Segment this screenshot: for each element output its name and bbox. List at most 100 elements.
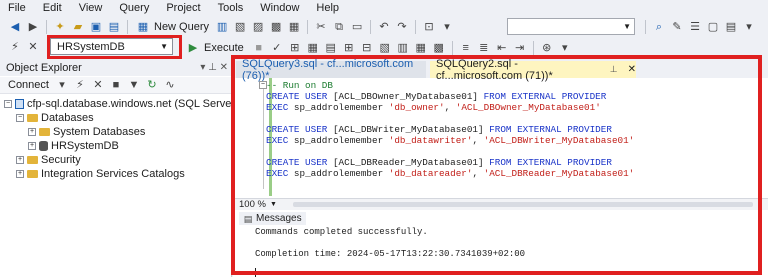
expand-icon[interactable]: + bbox=[28, 127, 36, 136]
tab-sqlquery3[interactable]: SQLQuery3.sql - cf...microsoft.com (76))… bbox=[236, 58, 426, 82]
undo-icon[interactable]: ↶ bbox=[377, 20, 391, 34]
save-icon[interactable]: ▣ bbox=[89, 20, 103, 34]
find-icon[interactable]: ⌕ bbox=[652, 20, 666, 34]
execute-button[interactable]: Execute bbox=[202, 42, 244, 54]
analysis-query-icon[interactable]: ▧ bbox=[233, 20, 247, 34]
navigate-icon[interactable]: ⊡ bbox=[422, 20, 436, 34]
new-project-icon[interactable]: ✦ bbox=[53, 20, 67, 34]
client-stats-icon[interactable]: ▧ bbox=[378, 41, 392, 55]
menu-view[interactable]: View bbox=[79, 2, 103, 14]
results-to-file-icon[interactable]: ▩ bbox=[432, 41, 446, 55]
toolbar-divider bbox=[46, 19, 47, 34]
menu-project[interactable]: Project bbox=[166, 2, 200, 14]
messages-icon: ▤ bbox=[243, 213, 253, 224]
forward-icon[interactable]: ▶ bbox=[26, 20, 40, 34]
redo-icon[interactable]: ↷ bbox=[395, 20, 409, 34]
connect-plug-icon[interactable]: ⚡ bbox=[73, 78, 87, 92]
collapse-icon[interactable]: − bbox=[4, 99, 12, 108]
comment-icon[interactable]: ≡ bbox=[459, 41, 473, 55]
results-to-grid-icon[interactable]: ▦ bbox=[414, 41, 428, 55]
server-icon bbox=[15, 98, 24, 109]
play-icon[interactable]: ▶ bbox=[186, 41, 200, 55]
tree-node-databases[interactable]: − Databases bbox=[16, 111, 94, 124]
overflow-icon[interactable]: ▾ bbox=[558, 41, 572, 55]
live-stats-icon[interactable]: ⊟ bbox=[360, 41, 374, 55]
panel-pin-close-icon[interactable]: ▾ ⊥ ✕ bbox=[200, 62, 228, 73]
messages-pane[interactable]: Commands completed successfully. Complet… bbox=[233, 225, 768, 277]
expand-icon[interactable]: + bbox=[16, 169, 24, 178]
toolbox-icon[interactable]: ▢ bbox=[706, 20, 720, 34]
tree-node-integration-services[interactable]: + Integration Services Catalogs bbox=[16, 167, 185, 180]
intellisense-icon[interactable]: ▤ bbox=[324, 41, 338, 55]
filter-icon[interactable]: ▼ bbox=[127, 78, 141, 92]
indent-icon[interactable]: ⇥ bbox=[513, 41, 527, 55]
toolbar-divider bbox=[415, 19, 417, 34]
cut-icon[interactable]: ✂ bbox=[314, 20, 328, 34]
expand-icon[interactable]: + bbox=[16, 155, 24, 164]
toolbar-divider bbox=[645, 19, 646, 34]
results-to-text-icon[interactable]: ▥ bbox=[396, 41, 410, 55]
menu-file[interactable]: File bbox=[8, 2, 26, 14]
dropdown-chevron-icon[interactable]: ▾ bbox=[440, 20, 454, 34]
estimated-plan-icon[interactable]: ⊞ bbox=[288, 41, 302, 55]
overflow-icon[interactable]: ▾ bbox=[742, 20, 756, 34]
stop-icon[interactable]: ■ bbox=[109, 78, 123, 92]
uncomment-icon[interactable]: ≣ bbox=[477, 41, 491, 55]
tab-sqlquery2[interactable]: SQLQuery2.sql - cf...microsoft.com (71))… bbox=[430, 58, 636, 82]
open-file-icon[interactable]: ▰ bbox=[71, 20, 85, 34]
parse-icon[interactable]: ✓ bbox=[270, 41, 284, 55]
menu-tools[interactable]: Tools bbox=[218, 2, 244, 14]
horizontal-scrollbar[interactable] bbox=[293, 202, 753, 207]
wrench-icon[interactable]: ✎ bbox=[670, 20, 684, 34]
stop-icon[interactable]: ■ bbox=[252, 41, 266, 55]
properties-icon[interactable]: ☰ bbox=[688, 20, 702, 34]
sql-keyword: FROM EXTERNAL PROVIDER bbox=[483, 91, 607, 102]
dmx-query-icon[interactable]: ▩ bbox=[269, 20, 283, 34]
database-engine-query-icon[interactable]: ▥ bbox=[215, 20, 229, 34]
object-explorer-icon[interactable]: ▤ bbox=[724, 20, 738, 34]
connect-icon[interactable]: ⚡ bbox=[8, 40, 22, 54]
sql-string: 'db_owner' bbox=[388, 102, 445, 113]
sql-keyword: EXEC bbox=[266, 135, 289, 146]
connect-button[interactable]: Connect bbox=[8, 79, 49, 91]
outdent-icon[interactable]: ⇤ bbox=[495, 41, 509, 55]
tree-node-system-databases[interactable]: + System Databases bbox=[28, 125, 145, 138]
pin-icon[interactable]: ⊥ bbox=[610, 64, 618, 75]
specify-values-icon[interactable]: ⊛ bbox=[540, 41, 554, 55]
sql-identifier: [ACL_DBWriter_MyDatabase01] bbox=[327, 124, 490, 135]
toolbar-divider bbox=[532, 40, 534, 55]
actual-plan-icon[interactable]: ⊞ bbox=[342, 41, 356, 55]
menu-query[interactable]: Query bbox=[119, 2, 149, 14]
code-line: EXEC sp_addrolemember 'db_owner', 'ACL_D… bbox=[266, 102, 601, 113]
menu-help[interactable]: Help bbox=[316, 2, 339, 14]
tab-messages[interactable]: ▤ Messages bbox=[239, 212, 306, 225]
chevron-down-icon[interactable]: ▼ bbox=[270, 201, 277, 208]
disconnect-icon[interactable]: ✕ bbox=[91, 78, 105, 92]
xmla-query-icon[interactable]: ▦ bbox=[287, 20, 301, 34]
menu-window[interactable]: Window bbox=[260, 2, 299, 14]
tree-node-security[interactable]: + Security bbox=[16, 153, 81, 166]
tree-node-hrsystemdb[interactable]: + HRSystemDB bbox=[28, 139, 119, 152]
mdx-query-icon[interactable]: ▨ bbox=[251, 20, 265, 34]
sql-keyword: EXEC bbox=[266, 102, 289, 113]
new-query-button[interactable]: ▦ New Query bbox=[134, 20, 209, 34]
copy-icon[interactable]: ⧉ bbox=[332, 20, 346, 34]
back-icon[interactable]: ◀ bbox=[8, 20, 22, 34]
expand-icon[interactable]: + bbox=[28, 141, 36, 150]
activity-monitor-icon[interactable]: ∿ bbox=[163, 78, 177, 92]
save-all-icon[interactable]: ▤ bbox=[107, 20, 121, 34]
disconnect-icon[interactable]: ✕ bbox=[26, 40, 40, 54]
chevron-down-icon[interactable]: ▾ bbox=[55, 78, 69, 92]
query-editor[interactable]: − -- Run on DB CREATE USER [ACL_DBOwner_… bbox=[253, 78, 768, 196]
database-selector[interactable]: HRSystemDB ▼ bbox=[50, 38, 173, 55]
find-combo-box[interactable]: ▼ bbox=[507, 18, 635, 35]
query-designer-icon[interactable]: ▦ bbox=[306, 41, 320, 55]
zoom-level[interactable]: 100 % bbox=[239, 199, 266, 210]
paste-icon[interactable]: ▭ bbox=[350, 20, 364, 34]
menu-edit[interactable]: Edit bbox=[43, 2, 62, 14]
refresh-icon[interactable]: ↻ bbox=[145, 78, 159, 92]
collapse-icon[interactable]: − bbox=[16, 113, 24, 122]
close-icon[interactable]: ✕ bbox=[628, 64, 636, 75]
messages-tab-label: Messages bbox=[256, 213, 302, 224]
sql-keyword: FROM EXTERNAL PROVIDER bbox=[489, 124, 612, 135]
